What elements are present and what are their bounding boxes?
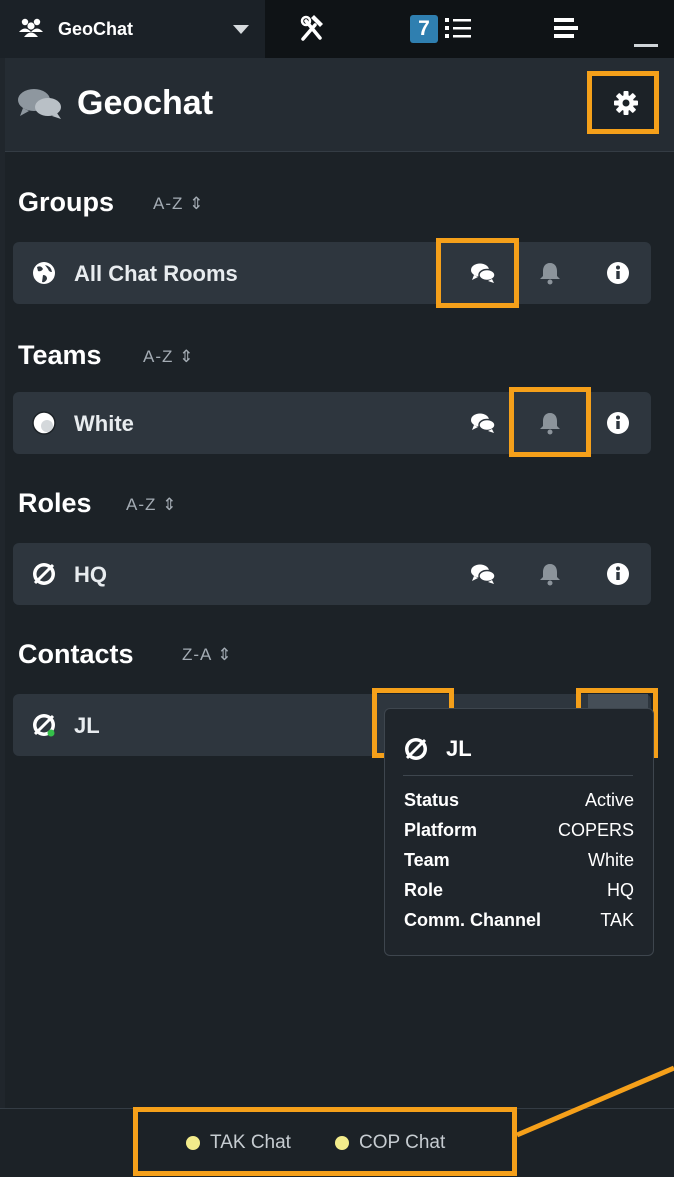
sort-toggle-roles[interactable]: A-Z ⇕	[126, 495, 177, 515]
settings-button[interactable]	[587, 71, 659, 134]
tooltip-contact-name: JL	[446, 736, 472, 761]
people-icon	[19, 18, 43, 37]
info-button[interactable]	[588, 392, 648, 454]
tooltip-row-team: Team White	[404, 850, 634, 874]
chevron-down-icon	[233, 25, 249, 34]
info-icon	[607, 262, 629, 284]
row-label: White	[74, 411, 134, 436]
tooltip-key: Team	[404, 850, 450, 870]
bell-button[interactable]	[520, 543, 580, 605]
tooltip-key: Status	[404, 790, 460, 810]
row-label: All Chat Rooms	[74, 261, 238, 286]
globe-icon	[33, 262, 55, 284]
tooltip-value: Active	[584, 790, 634, 810]
bell-button[interactable]	[520, 242, 580, 304]
tooltip-value: HQ	[607, 880, 634, 900]
role-hq-icon	[405, 738, 427, 760]
notification-badge[interactable]: 7	[410, 15, 438, 43]
menu-icon[interactable]	[554, 17, 578, 39]
top-bar: GeoChat 7	[0, 0, 674, 58]
sort-toggle-contacts[interactable]: Z-A ⇕	[182, 645, 232, 665]
tooltip-value: TAK	[600, 910, 634, 930]
tooltip-row-role: Role HQ	[404, 880, 634, 904]
section-title-groups: Groups	[18, 187, 115, 217]
sort-label: A-Z	[143, 347, 174, 366]
geochat-dropdown[interactable]: GeoChat	[0, 0, 265, 58]
team-color-icon	[32, 411, 56, 435]
sort-arrows-icon: ⇕	[217, 645, 233, 664]
info-icon	[607, 563, 629, 585]
row-label: JL	[74, 713, 100, 738]
chat-button[interactable]	[453, 543, 513, 605]
bell-icon	[540, 564, 560, 586]
tools-icon[interactable]	[300, 15, 326, 43]
sort-toggle-teams[interactable]: A-Z ⇕	[143, 347, 194, 367]
tooltip-row-platform: Platform COPERS	[404, 820, 634, 844]
tooltip-row-status: Status Active	[404, 790, 634, 814]
info-button[interactable]	[588, 543, 648, 605]
highlight-footer-channels	[133, 1107, 517, 1176]
chat-button[interactable]	[453, 392, 513, 454]
sort-arrows-icon: ⇕	[189, 194, 205, 213]
sort-toggle-groups[interactable]: A-Z ⇕	[153, 194, 204, 214]
section-title-roles: Roles	[18, 488, 92, 518]
highlight-notifications-white	[509, 387, 591, 457]
highlight-chat-all-rooms	[436, 238, 519, 308]
tooltip-value: COPERS	[557, 820, 634, 840]
chat-icon	[471, 564, 496, 584]
minimize-button[interactable]	[634, 44, 658, 47]
chat-bubbles-icon	[18, 89, 61, 119]
sort-arrows-icon: ⇕	[162, 495, 178, 514]
tooltip-key: Comm. Channel	[404, 910, 542, 930]
section-title-teams: Teams	[18, 340, 102, 370]
app-name: GeoChat	[58, 19, 134, 39]
list-icon[interactable]	[445, 16, 471, 40]
info-icon	[607, 412, 629, 434]
section-title-contacts: Contacts	[18, 639, 134, 669]
row-label: HQ	[74, 562, 107, 587]
info-button[interactable]	[588, 242, 648, 304]
sort-arrows-icon: ⇕	[179, 347, 195, 366]
panel-header: Geochat	[5, 58, 674, 152]
bell-icon	[540, 263, 560, 285]
role-hq-icon	[33, 563, 55, 585]
tooltip-key: Platform	[404, 820, 478, 840]
sort-label: A-Z	[153, 194, 184, 213]
tooltip-key: Role	[404, 880, 444, 900]
tooltip-row-comm-channel: Comm. Channel TAK	[404, 910, 634, 934]
gear-icon	[614, 91, 638, 115]
panel-title: Geochat	[77, 84, 214, 122]
sort-label: Z-A	[182, 645, 212, 664]
contact-info-tooltip: JL Status Active Platform COPERS Team Wh…	[384, 708, 654, 956]
divider	[403, 775, 633, 776]
tooltip-value: White	[587, 850, 634, 870]
sort-label: A-Z	[126, 495, 157, 514]
role-hq-icon	[33, 714, 55, 737]
chat-icon	[471, 413, 496, 433]
